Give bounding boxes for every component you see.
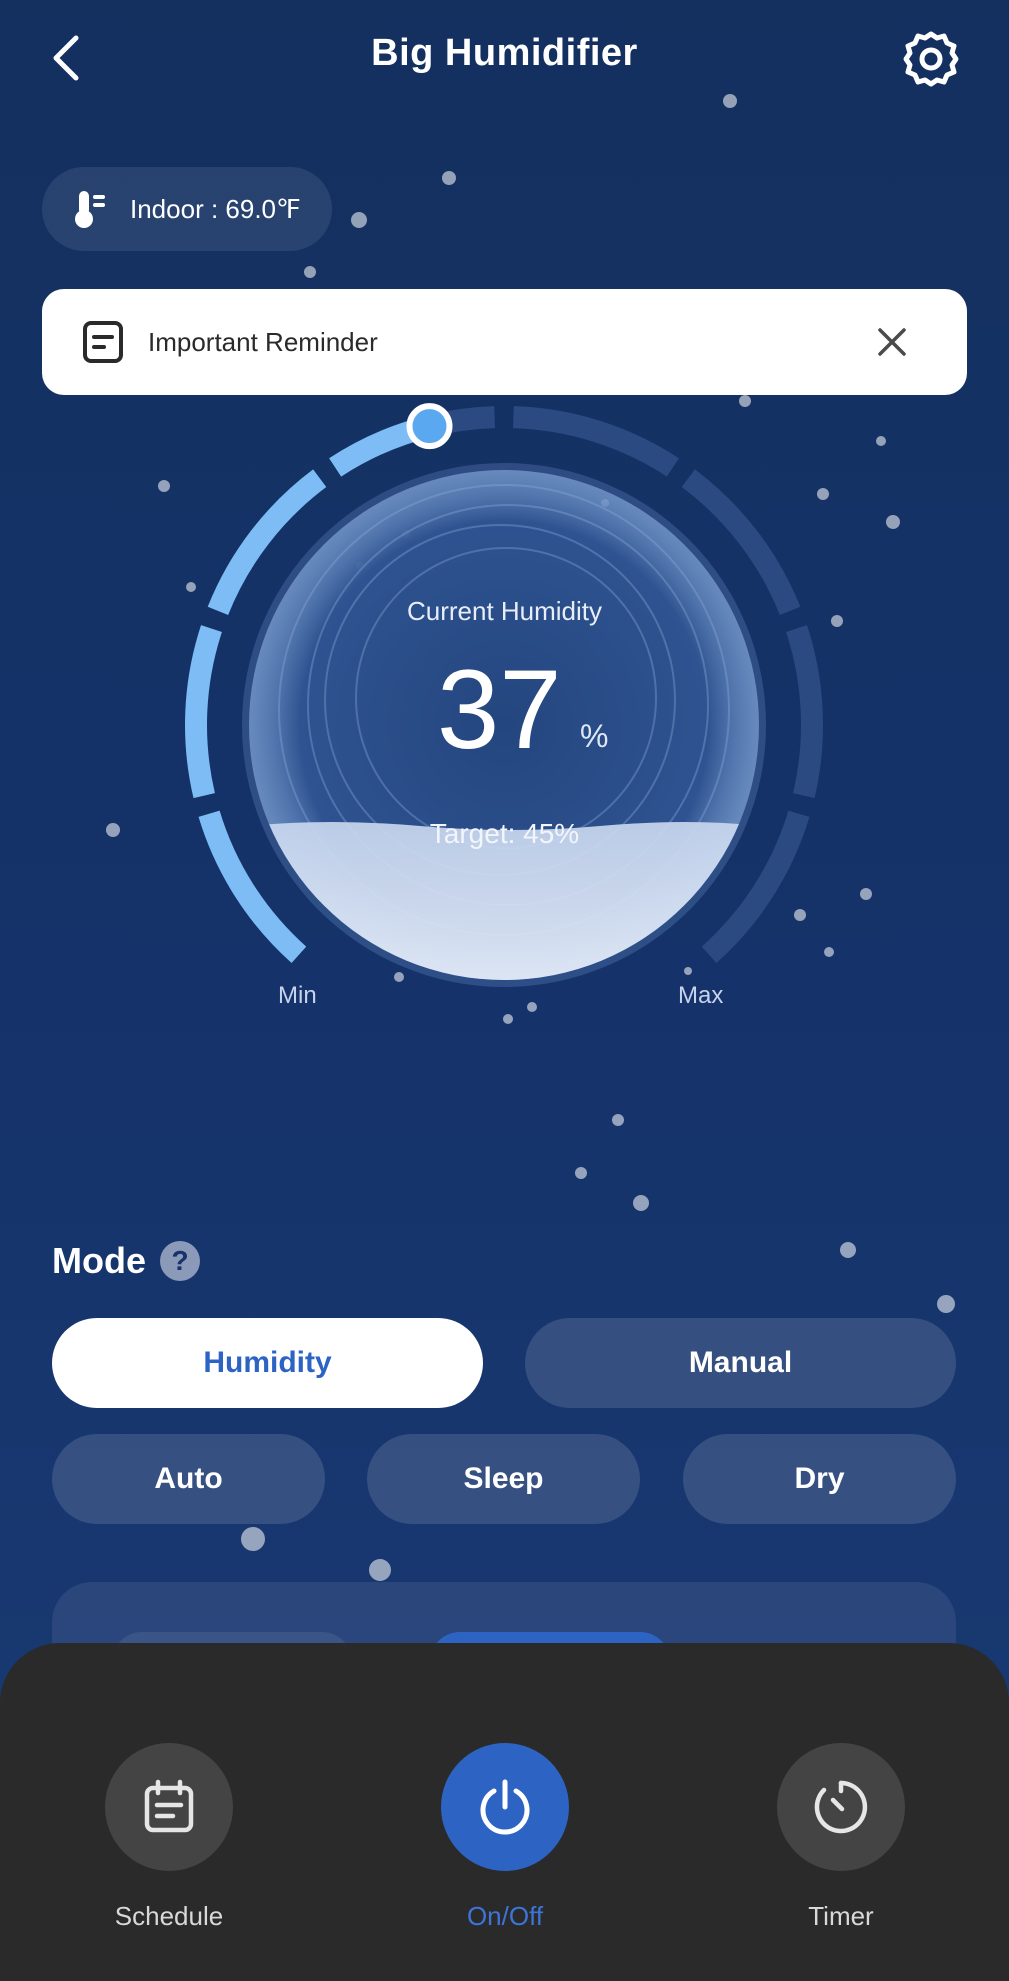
schedule-action[interactable]: Schedule: [105, 1743, 233, 1932]
arc-segment-inactive: [786, 625, 823, 799]
indoor-temperature: Indoor : 69.0℉: [42, 167, 332, 251]
power-label: On/Off: [466, 1901, 544, 1931]
humidity-unit: %: [580, 718, 609, 754]
target-humidity: Target: 45%: [429, 818, 580, 849]
mode-auto-button[interactable]: Auto: [52, 1434, 325, 1524]
target-handle[interactable]: [406, 403, 453, 450]
max-label: Max: [678, 982, 724, 1009]
arc-segment-inactive: [512, 406, 679, 477]
calendar-icon: [144, 1779, 194, 1833]
timer-icon: [814, 1780, 868, 1834]
power-button[interactable]: [441, 1743, 569, 1871]
mode-title: Mode: [52, 1240, 146, 1281]
thermometer-icon: [75, 191, 105, 228]
header: Big Humidifier: [0, 0, 1009, 115]
min-label: Min: [278, 982, 317, 1009]
current-humidity-value: 37: [437, 647, 562, 772]
mode-sleep-button[interactable]: Sleep: [367, 1434, 640, 1524]
timer-action[interactable]: Timer: [777, 1743, 905, 1932]
mode-manual-button[interactable]: Manual: [525, 1318, 956, 1408]
power-icon: [480, 1779, 530, 1835]
timer-label: Timer: [808, 1901, 874, 1931]
power-action[interactable]: On/Off: [441, 1743, 569, 1932]
arc-segment-active: [185, 625, 222, 799]
schedule-label: Schedule: [114, 1901, 224, 1931]
reminder-label: Important Reminder: [148, 326, 378, 357]
question-icon[interactable]: ?: [160, 1241, 200, 1281]
bottom-action-bar: Schedule On/Off Timer: [0, 1643, 1009, 1981]
document-icon: [83, 321, 123, 363]
settings-button[interactable]: [900, 28, 962, 90]
mode-dry-button[interactable]: Dry: [683, 1434, 956, 1524]
mode-humidity-button[interactable]: Humidity: [52, 1318, 483, 1408]
page-title: Big Humidifier: [371, 32, 638, 74]
mode-section-title: Mode ?: [52, 1240, 200, 1282]
indoor-label: Indoor : 69.0℉: [130, 193, 301, 224]
gear-icon: [903, 31, 959, 87]
timer-button[interactable]: [777, 1743, 905, 1871]
current-humidity-label: Current Humidity: [406, 596, 603, 626]
schedule-button[interactable]: [105, 1743, 233, 1871]
close-icon[interactable]: [875, 325, 909, 359]
